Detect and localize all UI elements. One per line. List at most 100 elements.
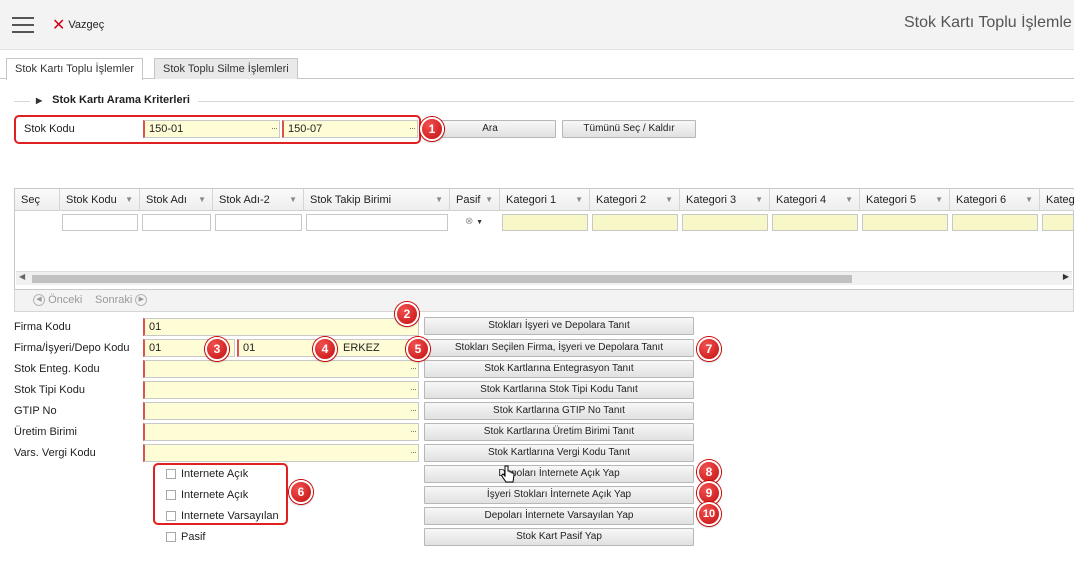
action-entegrasyon-tanit[interactable]: Stok Kartlarına Entegrasyon Tanıt — [424, 360, 694, 378]
stok-kodu-label: Stok Kodu — [24, 123, 75, 135]
action-vergi-kodu-tanit[interactable]: Stok Kartlarına Vergi Kodu Tanıt — [424, 444, 694, 462]
horizontal-scrollbar[interactable]: ◀ ▶ — [16, 271, 1072, 285]
filter-icon[interactable]: ▼ — [935, 189, 943, 211]
vars-vergi-label: Vars. Vergi Kodu — [14, 447, 96, 459]
stok-enteg-label: Stok Enteg. Kodu — [14, 363, 100, 375]
col-header-stok-adi-2[interactable]: Stok Adı-2 ▼ — [213, 189, 304, 211]
col-header-kategori-1[interactable]: Kategori 1 ▼ — [500, 189, 590, 211]
hand-cursor-icon — [500, 465, 515, 483]
action-stok-tipi-tanit[interactable]: Stok Kartlarına Stok Tipi Kodu Tanıt — [424, 381, 694, 399]
filter-icon[interactable]: ▼ — [198, 189, 206, 211]
gtip-input[interactable]: ··· — [143, 402, 419, 420]
col-header-sec[interactable]: Seç — [15, 189, 60, 211]
filter-kategori-2[interactable] — [592, 214, 678, 231]
action-uretim-birimi-tanit[interactable]: Stok Kartlarına Üretim Birimi Tanıt — [424, 423, 694, 441]
next-icon: ▶ — [135, 294, 148, 307]
lookup-icon[interactable]: ··· — [410, 383, 417, 396]
col-header-kategori-3[interactable]: Kategori 3 ▼ — [680, 189, 770, 211]
callout-badge-7: 7 — [697, 337, 721, 361]
lookup-icon[interactable]: ··· — [410, 425, 417, 438]
filter-stok-adi[interactable] — [142, 214, 211, 231]
callout-badge-4: 4 — [313, 337, 337, 361]
col-header-stok-takip-birimi[interactable]: Stok Takip Birimi ▼ — [304, 189, 450, 211]
stok-enteg-input[interactable]: ··· — [143, 360, 419, 378]
tab-toplu-islemler[interactable]: Stok Kartı Toplu İşlemler — [6, 58, 144, 80]
checkbox-icon[interactable] — [166, 511, 176, 522]
page-title: Stok Kartı Toplu İşlemle — [904, 14, 1072, 31]
action-isyeri-stoklari-internete-acik[interactable]: İşyeri Stokları İnternete Açık Yap — [424, 486, 694, 504]
select-all-button[interactable]: Tümünü Seç / Kaldır — [562, 120, 696, 138]
col-header-pasif[interactable]: Pasif ▼ — [450, 189, 500, 211]
uretim-birimi-label: Üretim Birimi — [14, 426, 77, 438]
checkbox-internete-varsayilan[interactable]: Internete Varsayılan — [166, 509, 279, 523]
lookup-icon[interactable]: ··· — [410, 362, 417, 375]
col-header-kategori-5[interactable]: Kategori 5 ▼ — [860, 189, 950, 211]
clear-icon[interactable]: ⊗ — [465, 216, 473, 227]
filter-icon[interactable]: ▼ — [845, 189, 853, 211]
filter-icon[interactable]: ▼ — [755, 189, 763, 211]
filter-icon[interactable]: ▼ — [125, 189, 133, 211]
filter-stok-adi-2[interactable] — [215, 214, 302, 231]
chevron-down-icon[interactable]: ▼ — [476, 219, 483, 226]
filter-icon[interactable]: ▼ — [665, 189, 673, 211]
action-stoklari-isyeri-depolara-tanit[interactable]: Stokları İşyeri ve Depolara Tanıt — [424, 317, 694, 335]
checkbox-icon[interactable] — [166, 469, 176, 480]
filter-icon[interactable]: ▼ — [1025, 189, 1033, 211]
gtip-label: GTIP No — [14, 405, 57, 417]
filter-icon[interactable]: ▼ — [485, 189, 493, 211]
action-depolari-internete-acik[interactable]: Depoları İnternete Açık Yap — [424, 465, 694, 483]
callout-badge-5: 5 — [406, 337, 430, 361]
filter-kategori-5[interactable] — [862, 214, 948, 231]
close-icon: ✕ — [52, 15, 66, 34]
filter-icon[interactable]: ▼ — [575, 189, 583, 211]
action-gtip-tanit[interactable]: Stok Kartlarına GTIP No Tanıt — [424, 402, 694, 420]
filter-icon[interactable]: ▼ — [289, 189, 297, 211]
stok-tipi-input[interactable]: ··· — [143, 381, 419, 399]
expand-arrow-icon[interactable]: ▶ — [36, 96, 42, 105]
scroll-right-icon[interactable]: ▶ — [1063, 272, 1069, 281]
uretim-birimi-input[interactable]: ··· — [143, 423, 419, 441]
lookup-icon[interactable]: ··· — [409, 122, 416, 135]
col-header-kategori-2[interactable]: Kategori 2 ▼ — [590, 189, 680, 211]
action-stok-kart-pasif[interactable]: Stok Kart Pasif Yap — [424, 528, 694, 546]
checkbox-internete-acik-1[interactable]: Internete Açık — [166, 467, 248, 481]
lookup-icon[interactable]: ··· — [410, 446, 417, 459]
col-header-kategori-4[interactable]: Kategori 4 ▼ — [770, 189, 860, 211]
filter-kategori-1[interactable] — [502, 214, 588, 231]
scroll-thumb[interactable] — [32, 275, 852, 283]
cancel-button[interactable]: ✕ Vazgeç — [52, 16, 104, 34]
lookup-icon[interactable]: ··· — [271, 122, 278, 135]
filter-kategori-6[interactable] — [952, 214, 1038, 231]
tab-toplu-silme[interactable]: Stok Toplu Silme İşlemleri — [154, 58, 298, 79]
menu-icon[interactable] — [12, 17, 34, 33]
section-title[interactable]: ▶ Stok Kartı Arama Kriterleri — [30, 94, 198, 106]
filter-pasif-select[interactable]: ⊗ ▼ — [465, 216, 483, 227]
filter-stok-takip-birimi[interactable] — [306, 214, 448, 231]
callout-badge-2: 2 — [395, 302, 419, 326]
prev-page-button[interactable]: ◀ Önceki — [33, 294, 82, 307]
col-header-kategori-7[interactable]: Kateg — [1040, 189, 1074, 211]
lookup-icon[interactable]: ··· — [410, 404, 417, 417]
filter-stok-kodu[interactable] — [62, 214, 138, 231]
stok-kodu-from-input[interactable]: 150-01 ··· — [143, 120, 280, 138]
checkbox-internete-acik-2[interactable]: Internete Açık — [166, 488, 248, 502]
action-secilen-firma-isyeri-depolara-tanit[interactable]: Stokları Seçilen Firma, İşyeri ve Depola… — [424, 339, 694, 357]
stok-kodu-to-input[interactable]: 150-07 ··· — [282, 120, 418, 138]
col-header-kategori-6[interactable]: Kategori 6 ▼ — [950, 189, 1040, 211]
col-header-stok-kodu[interactable]: Stok Kodu ▼ — [60, 189, 140, 211]
section-title-text: Stok Kartı Arama Kriterleri — [52, 94, 190, 106]
stok-kodu-from-value: 150-01 — [149, 123, 184, 135]
col-header-stok-adi[interactable]: Stok Adı ▼ — [140, 189, 213, 211]
filter-icon[interactable]: ▼ — [435, 189, 443, 211]
scroll-left-icon[interactable]: ◀ — [19, 272, 25, 281]
next-page-button[interactable]: Sonraki ▶ — [95, 294, 148, 307]
vars-vergi-input[interactable]: ··· — [143, 444, 419, 462]
filter-kategori-3[interactable] — [682, 214, 768, 231]
checkbox-icon[interactable] — [166, 490, 176, 501]
action-depolari-internete-varsayilan[interactable]: Depoları İnternete Varsayılan Yap — [424, 507, 694, 525]
checkbox-pasif[interactable]: Pasif — [166, 530, 205, 544]
filter-kategori-7[interactable] — [1042, 214, 1073, 231]
firma-kodu-input[interactable]: 01 — [143, 318, 419, 336]
checkbox-icon[interactable] — [166, 532, 176, 543]
filter-kategori-4[interactable] — [772, 214, 858, 231]
